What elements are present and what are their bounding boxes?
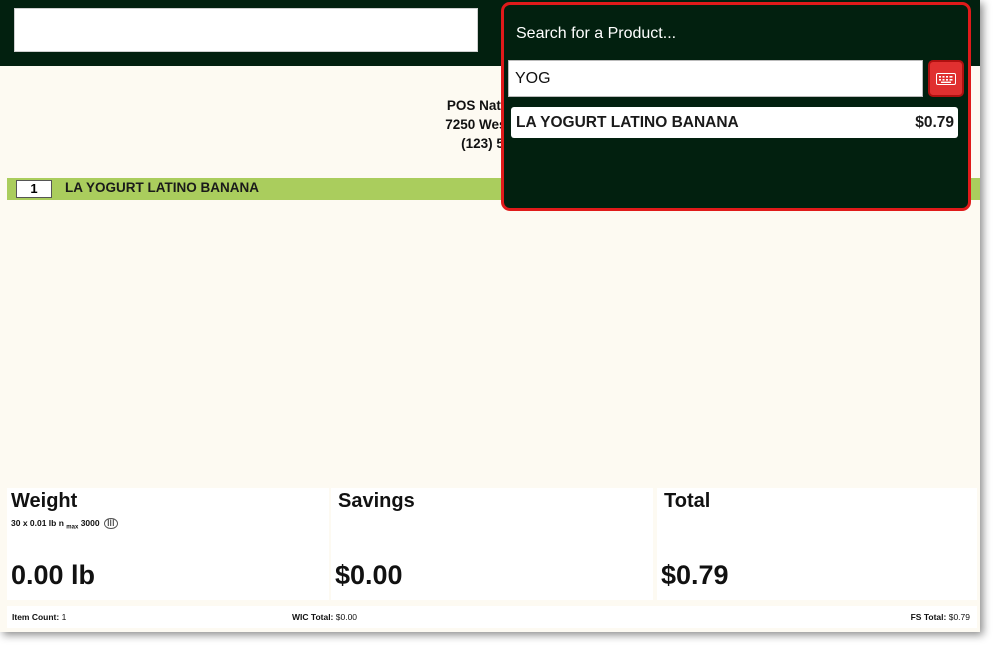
search-title: Search for a Product... [516,25,677,42]
item-count-value: 1 [61,612,67,622]
product-search-input[interactable] [508,60,923,97]
item-count-label: Item Count: [12,612,60,622]
fs-total-label: FS Total: [910,612,947,622]
scan-input[interactable] [14,8,478,52]
wic-total-value: $0.00 [335,612,358,622]
fs-total-value: $0.79 [948,612,970,622]
line-item-description: LA YOGURT LATINO BANANA [65,180,259,195]
result-name: LA YOGURT LATINO BANANA [516,114,739,131]
total-panel: Total $0.79 [657,488,977,600]
totals-panel: Weight 30 x 0.01 lb n max 3000 III 0.00 … [7,488,977,600]
total-title: Total [664,490,711,512]
wic-total: WIC Total: $0.00 [292,612,357,622]
savings-panel: Savings $0.00 [331,488,653,600]
weight-panel: Weight 30 x 0.01 lb n max 3000 III 0.00 … [7,488,329,600]
wic-total-label: WIC Total: [292,612,334,622]
result-price: $0.79 [915,114,954,131]
scale-max-label: max [66,524,79,531]
savings-value: $0.00 [335,560,403,590]
search-result-item[interactable]: LA YOGURT LATINO BANANA $0.79 [511,107,958,138]
total-value: $0.79 [661,560,729,590]
weight-value: 0.00 lb [11,560,96,590]
scale-info: 30 x 0.01 lb n max 3000 III [11,518,118,531]
item-count: Item Count: 1 [12,612,66,622]
scale-max-value: 3000 [80,518,100,528]
fs-total: FS Total: $0.79 [911,612,970,622]
weight-title: Weight [11,490,78,512]
savings-title: Savings [338,490,415,512]
line-item-qty[interactable]: 1 [16,180,52,198]
scale-info-text: 30 x 0.01 lb n [11,518,64,528]
keyboard-icon [936,72,956,85]
pos-window: POS Nation T 7250 West Vic (123) 555 1 L… [0,0,980,632]
scale-class-icon: III [103,518,118,529]
keyboard-button[interactable] [928,60,964,97]
status-footer: Item Count: 1 WIC Total: $0.00 FS Total:… [7,606,977,628]
product-search-popup: Search for a Product... LA YOGURT LATINO… [501,2,971,211]
